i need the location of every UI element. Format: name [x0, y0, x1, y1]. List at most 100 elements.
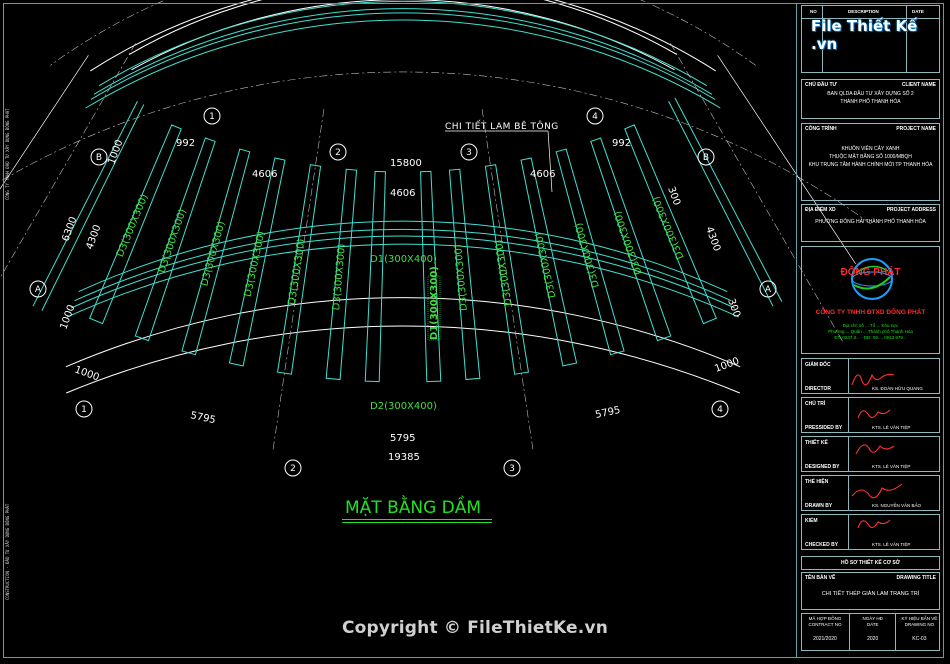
- svg-text:B: B: [96, 153, 102, 163]
- side-note-bottom: CONSTRUCTION - ĐẦU TƯ XÂY DỰNG ĐÔNG PHÁT: [5, 503, 10, 600]
- company-logo-icon: [851, 258, 893, 300]
- svg-text:CHI TIẾT LAM BÊ TÔNG: CHI TIẾT LAM BÊ TÔNG: [445, 120, 559, 132]
- dim-5795-c: 5795: [390, 433, 415, 444]
- company-name: CÔNG TY TNHH ĐTXD ĐÔNG PHÁT: [815, 309, 926, 316]
- project-line-2: THUỘC MẶT BẰNG SỐ 1000/MBQH: [829, 154, 912, 160]
- beam-label-d3-2: D3(300X300): [199, 220, 228, 287]
- title-underline-2: [342, 522, 492, 523]
- client-box: CHỦ ĐẦU TƯ CLIENT NAME BAN QLDA ĐẦU TƯ X…: [801, 79, 940, 119]
- project-line-1: KHUÔN VIÊN CÂY XANH: [841, 146, 900, 152]
- role-en: DIRECTOR: [805, 386, 832, 392]
- grid-bubble-a-right: A: [759, 280, 777, 298]
- location-box: ĐỊA ĐIỂM XD PROJECT ADDRESS PHƯỜNG ĐÔNG …: [801, 204, 940, 242]
- company-box: ĐÔNG PHÁT CÔNG TY TNHH ĐTXD ĐÔNG PHÁT Đị…: [801, 246, 940, 354]
- role-row: KIỂM CHECKED BY KTS. LÊ VĂN TIỆP: [801, 514, 940, 550]
- beam-end-0-1: [41, 104, 145, 311]
- dim-5795-r: 5795: [594, 405, 621, 421]
- sheet-title: CHI TIẾT THÉP GIÀN LAM TRANG TRÍ: [821, 591, 920, 597]
- dim-6300-l: 6300: [60, 215, 79, 243]
- dim-arc-1: [131, 0, 675, 71]
- stage-box: HỒ SƠ THIẾT KẾ CƠ SỞ: [801, 556, 940, 570]
- grid-bubble-b-right: B: [697, 148, 715, 166]
- sheet-label: TÊN BẢN VẼ: [805, 575, 836, 581]
- role-en: DESIGNED BY: [805, 464, 840, 470]
- svg-text:A: A: [35, 285, 42, 295]
- beam-arc-top-0: [98, 0, 708, 87]
- title-block: NO DESCRIPTION DATE File Thiết Kế .vn CH…: [796, 3, 944, 658]
- project-line-3: KHU TRUNG TÂM HÀNH CHÍNH MỚI TP THANH HÓ…: [808, 162, 933, 168]
- role-person-name: KTS. LÊ VĂN TIỆP: [872, 464, 911, 469]
- beam-label-d3-7: D3(300X300): [494, 239, 515, 307]
- company-address-3: ĐT: 0237.3... - DĐ: 09..., 0913.979...: [834, 335, 907, 340]
- beam-label-d3-10: D3(300X300): [612, 209, 644, 276]
- dim-300-rm: 300: [725, 297, 742, 319]
- dim-19385: 19385: [388, 452, 420, 463]
- role-row: CHỦ TRÌ PRESSIDED BY KTS. LÊ VĂN TIỆP: [801, 397, 940, 433]
- grid-arc-a: [0, 71, 872, 225]
- dim-arc-3: [65, 297, 741, 368]
- grid-bubble-1-top: 1: [203, 107, 221, 125]
- role-vn: GIÁM ĐỐC: [805, 362, 831, 368]
- grid-bubble-1-bottom: 1: [75, 400, 93, 418]
- role-person-name: KTS. LÊ VĂN TIỆP: [872, 542, 911, 547]
- location-line: PHƯỜNG ĐÔNG HẢI THÀNH PHỐ THANH HÓA: [815, 219, 926, 225]
- sheet-title-box: TÊN BẢN VẼ DRAWING TITLE CHI TIẾT THÉP G…: [801, 572, 940, 610]
- role-vn: CHỦ TRÌ: [805, 401, 826, 407]
- svg-text:4: 4: [592, 112, 598, 122]
- project-label: CÔNG TRÌNH: [805, 126, 837, 132]
- grid-bubble-2-bottom: 2: [284, 459, 302, 477]
- title-underline: [342, 519, 492, 520]
- role-person-name: KS. ĐOÀN HỮU QUANG: [872, 386, 923, 391]
- project-box: CÔNG TRÌNH PROJECT NAME KHUÔN VIÊN CÂY X…: [801, 123, 940, 201]
- location-label-en: PROJECT ADDRESS: [886, 207, 936, 213]
- grid-bubble-a-left: A: [29, 280, 47, 298]
- svg-text:2: 2: [335, 148, 341, 158]
- beam-arc-top-3: [85, 19, 721, 109]
- company-logo-text: ĐÔNG PHÁT: [840, 267, 901, 278]
- dimension-texts: 15800 4606 4606 4606 992 992 1000 6300 4…: [58, 138, 742, 463]
- highlight-beam-label: D1(300X300): [427, 266, 441, 341]
- grid-bubble-3-top: 3: [460, 143, 478, 161]
- dim-15800: 15800: [390, 158, 422, 169]
- client-line-2: THÀNH PHỐ THANH HÓA: [840, 99, 901, 105]
- client-line-1: BAN QLDA ĐẦU TƯ XÂY DỰNG SỐ 2: [827, 91, 914, 97]
- grid-bubble-2-top: 2: [329, 143, 347, 161]
- beam-label-d1: D1(300X400): [370, 254, 437, 265]
- dim-5795-l: 5795: [189, 410, 216, 426]
- sheet-label-en: DRAWING TITLE: [896, 575, 936, 581]
- beam-label-d3-5: D3(300X300): [331, 243, 348, 311]
- watermark-logo: File Thiết Kế .vn: [811, 17, 944, 53]
- role-en: PRESSIDED BY: [805, 425, 843, 431]
- dim-ext-0: [0, 55, 89, 190]
- svg-text:1: 1: [209, 112, 215, 122]
- role-row: THIẾT KẾ DESIGNED BY KTS. LÊ VĂN TIỆP: [801, 436, 940, 472]
- beam-label-d3-4: D3(300X300): [287, 238, 308, 306]
- dim-4606-a: 4606: [252, 169, 277, 180]
- role-row: THỂ HIỆN DRAWN BY KS. NGUYỄN VĂN BẢO: [801, 475, 940, 511]
- svg-text:3: 3: [509, 464, 515, 474]
- svg-text:2: 2: [290, 464, 296, 474]
- role-vn: THỂ HIỆN: [805, 479, 829, 485]
- header-date: DATE: [912, 9, 924, 14]
- dim-4300-r: 4300: [703, 225, 722, 253]
- role-row: GIÁM ĐỐC DIRECTOR KS. ĐOÀN HỮU QUANG: [801, 358, 940, 394]
- dim-arc-4: [66, 325, 740, 394]
- location-label: ĐỊA ĐIỂM XD: [805, 207, 836, 213]
- client-label: CHỦ ĐẦU TƯ: [805, 82, 837, 88]
- client-label-en: CLIENT NAME: [901, 82, 936, 88]
- beam-label-d2: D2(300X400): [370, 401, 437, 412]
- copyright-watermark: Copyright © FileThietKe.vn: [341, 618, 609, 638]
- dim-1000-tl: 1000: [106, 138, 125, 166]
- beam-arc-top-2: [90, 12, 716, 100]
- watermark-logo-text: File Thiết Kế .vn: [811, 17, 918, 53]
- header-description: DESCRIPTION: [848, 9, 879, 14]
- role-person-name: KS. NGUYỄN VĂN BẢO: [872, 503, 922, 508]
- grid-bubble-b-left: B: [90, 148, 108, 166]
- beam-label-d3-1: D3(300X300): [157, 208, 189, 275]
- svg-text:A: A: [765, 285, 772, 295]
- dim-1000-br: 1000: [713, 356, 741, 375]
- role-vn: KIỂM: [805, 518, 818, 524]
- dim-4606-c: 4606: [530, 169, 555, 180]
- dim-4300-l: 4300: [84, 223, 103, 251]
- svg-text:D1(300X300): D1(300X300): [429, 266, 440, 340]
